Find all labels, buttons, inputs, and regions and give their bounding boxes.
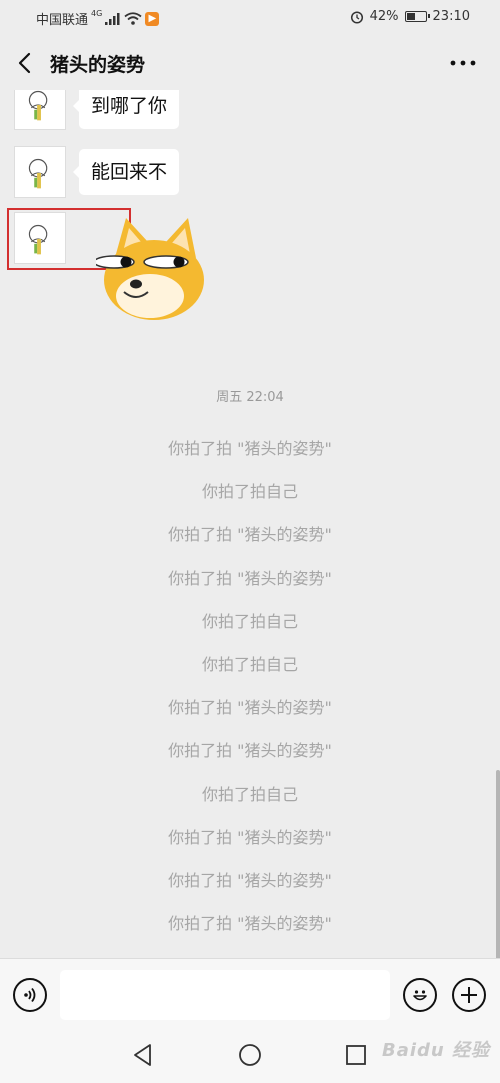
system-message: 你拍了拍 "猪头的姿势": [168, 698, 332, 718]
nav-home-icon[interactable]: [237, 1042, 263, 1068]
emoji-icon: [413, 990, 427, 1001]
avatar[interactable]: [14, 90, 66, 130]
battery-percent: 42%: [369, 9, 399, 24]
system-message: 你拍了拍自己: [201, 482, 298, 502]
scrollbar-thumb[interactable]: [496, 770, 500, 958]
voice-icon: [24, 987, 36, 1003]
message-input-bar: [0, 958, 500, 1029]
clock: 23:10: [432, 9, 470, 24]
chat-title: 猪头的姿势: [50, 54, 146, 76]
system-nav-bar: Baidu 经验: [0, 1028, 500, 1083]
avatar[interactable]: [14, 146, 66, 198]
more-dots-icon[interactable]: [448, 52, 478, 74]
system-message: 你拍了拍 "猪头的姿势": [168, 439, 332, 458]
add-button[interactable]: [452, 978, 486, 1012]
doge-sticker-icon[interactable]: [96, 214, 208, 324]
system-message: 你拍了拍 "猪头的姿势": [168, 741, 332, 761]
nav-back-icon[interactable]: [130, 1042, 156, 1068]
wifi-icon: [124, 12, 142, 25]
battery-icon: [404, 11, 430, 22]
system-message: 你拍了拍 "猪头的姿势": [168, 870, 332, 890]
message-bubble[interactable]: 能回来不: [72, 149, 180, 195]
emoji-button[interactable]: [403, 978, 437, 1012]
status-bar: 中国联通 4G ▶ 42% 23:10: [0, 0, 500, 36]
chat-header: 猪头的姿势: [0, 36, 500, 90]
signal-icon: [105, 12, 120, 25]
voice-button[interactable]: [13, 978, 47, 1012]
system-message: 你拍了拍 "猪头的姿势": [168, 568, 332, 588]
system-message: 你拍了拍 "猪头的姿势": [168, 914, 332, 934]
message-bubble[interactable]: 到哪了你: [72, 90, 180, 129]
system-message: 你拍了拍自己: [201, 654, 298, 674]
nav-recents-icon[interactable]: [343, 1042, 369, 1068]
carrier-label: 中国联通: [36, 13, 89, 28]
plus-icon: [461, 987, 477, 1003]
chevron-left-icon[interactable]: [14, 50, 36, 76]
system-message-list: 你拍了拍 "猪头的姿势" 你拍了拍自己 你拍了拍 "猪头的姿势" 你拍了拍 "猪…: [0, 427, 500, 945]
baidu-watermark: Baidu 经验: [381, 1040, 490, 1061]
system-message: 你拍了拍 "猪头的姿势": [168, 525, 332, 545]
network-type: 4G: [91, 9, 103, 18]
message-timestamp: 周五 22:04: [216, 390, 284, 405]
chat-area[interactable]: 到哪了你 能回来不 周五 22:04 你拍了拍 "猪头的姿势" 你拍了拍自己 你…: [0, 90, 500, 958]
alarm-icon: [350, 10, 363, 24]
app-notification-icon: ▶: [145, 11, 160, 26]
system-message: 你拍了拍 "猪头的姿势": [168, 827, 332, 847]
system-message: 你拍了拍自己: [201, 611, 298, 631]
message-input[interactable]: [60, 970, 390, 1020]
system-message: 你拍了拍自己: [201, 784, 298, 804]
